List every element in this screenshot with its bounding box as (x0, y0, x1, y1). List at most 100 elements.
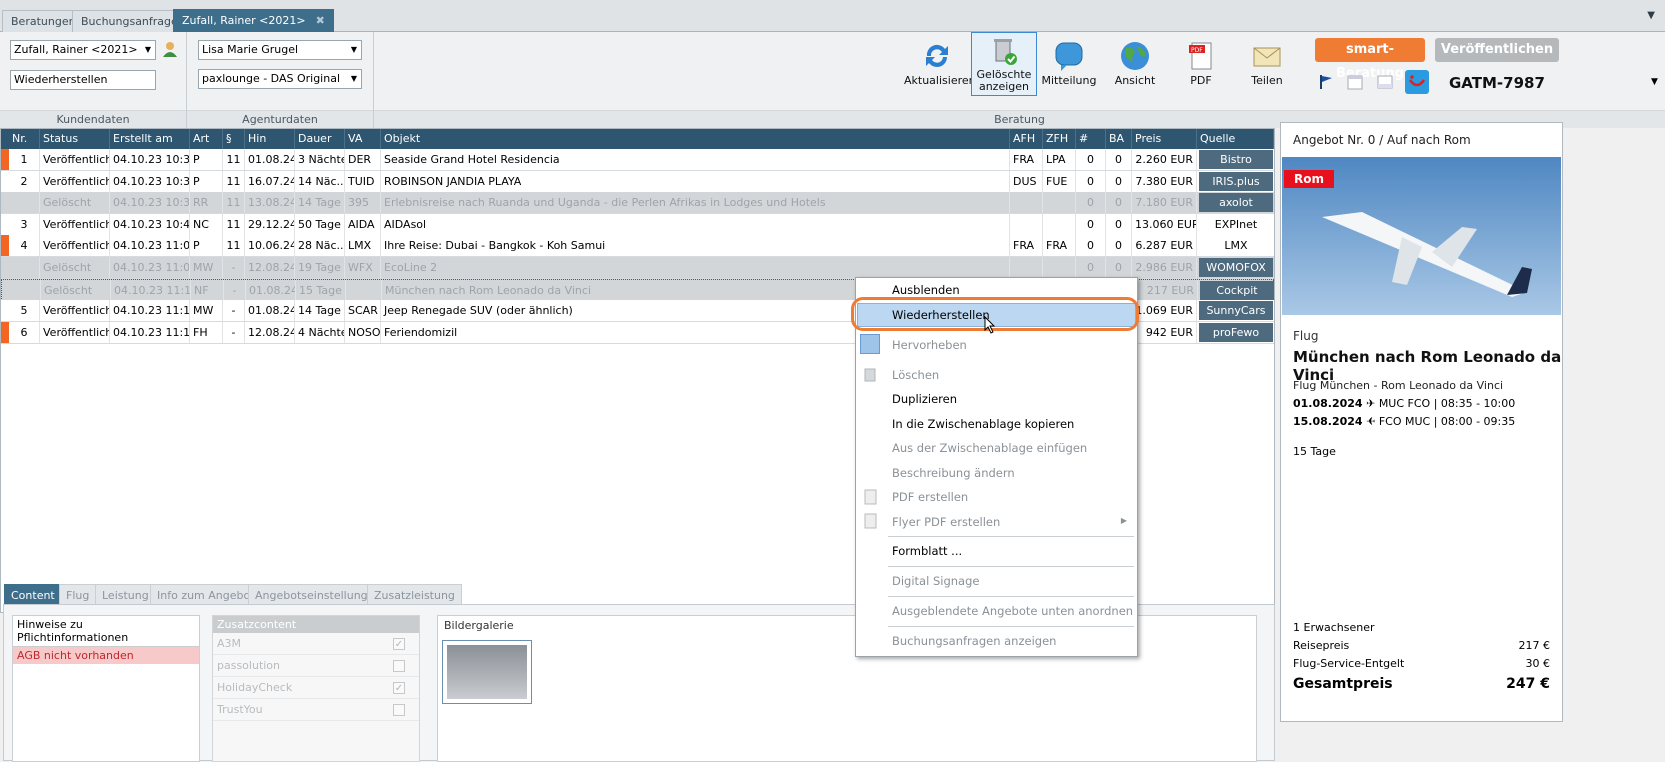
menu-copy[interactable]: In die Zwischenablage kopieren (892, 414, 1074, 434)
menu-duplizieren[interactable]: Duplizieren (892, 389, 957, 409)
col-preis[interactable]: Preis (1132, 129, 1197, 149)
refresh-button[interactable]: Aktualisieren (904, 36, 976, 102)
checkbox[interactable]: ✓ (393, 638, 405, 650)
checkbox[interactable] (393, 704, 405, 716)
offer-code: GATM-7987 (1449, 74, 1545, 92)
col-dauer[interactable]: Dauer (295, 129, 345, 149)
table-row[interactable]: 3 Veröffentlicht 04.10.23 10:43 NC 11 29.12.2… (1, 213, 1274, 236)
flag-icon[interactable] (1318, 74, 1334, 90)
cell-n: 0 (1076, 192, 1106, 214)
checkbox[interactable] (393, 660, 405, 672)
menu-pdf[interactable]: PDF erstellen (892, 487, 968, 507)
return-flight: 15.08.2024 ✈ FCO MUC | 08:00 - 09:35 (1293, 415, 1515, 428)
menu-wiederherstellen[interactable]: Wiederherstellen (892, 305, 990, 325)
tab-bar: Beratungen Buchungsanfragen Zufall, Rain… (0, 0, 1665, 32)
menu-signage[interactable]: Digital Signage (892, 571, 979, 591)
price-label: Reisepreis (1293, 639, 1350, 652)
show-deleted-label-2: anzeigen (978, 80, 1030, 93)
context-menu: Ausblenden Wiederherstellen Hervorheben … (851, 277, 1139, 657)
show-deleted-button[interactable]: Gelöschte anzeigen (971, 32, 1037, 96)
source-badge[interactable]: proFewo (1199, 322, 1273, 342)
tab-flug[interactable]: Flug (59, 584, 97, 606)
menu-booking-requests[interactable]: Buchungsanfragen anzeigen (892, 631, 1056, 651)
pdf-button[interactable]: PDF PDF (1168, 36, 1234, 102)
menu-description[interactable]: Beschreibung ändern (892, 463, 1015, 483)
col-nr[interactable]: Nr. (9, 129, 40, 149)
agent-select[interactable]: Lisa Marie Grugel ▼ (198, 40, 362, 60)
view-button[interactable]: Ansicht (1102, 36, 1168, 102)
col-art[interactable]: Art (190, 129, 223, 149)
menu-flyer[interactable]: Flyer PDF erstellen (892, 512, 1000, 532)
cell-par: - (223, 321, 245, 343)
col-ba[interactable]: BA (1106, 129, 1132, 149)
col-status[interactable]: Status (40, 129, 110, 149)
search-input[interactable]: Wiederherstellen (10, 70, 156, 90)
source-badge[interactable]: Cockpit (1200, 280, 1274, 300)
source-badge[interactable]: WOMOFOX (1199, 258, 1273, 277)
cell-zfh: FRA (1043, 235, 1076, 257)
calendar-icon[interactable] (1347, 74, 1363, 90)
table-row[interactable]: 2 Veröffentlicht 04.10.23 10:33 P 11 16.07.24… (1, 170, 1274, 193)
col-afh[interactable]: AFH (1010, 129, 1043, 149)
source-badge[interactable]: IRIS.plus (1199, 171, 1273, 191)
chevron-down-icon[interactable]: ▼ (1647, 10, 1655, 21)
menu-formblatt[interactable]: Formblatt ... (892, 541, 962, 561)
cell-nr: 5 (9, 300, 40, 322)
table-row[interactable]: Gelöscht 04.10.23 10:38 RR 11 13.08.24 14 Tag… (1, 192, 1274, 215)
tab-info[interactable]: Info zum Angebot (150, 584, 262, 606)
chevron-down-icon[interactable]: ▼ (1651, 77, 1658, 87)
tab-leistung[interactable]: Leistung (95, 584, 156, 606)
table-row[interactable]: Gelöscht 04.10.23 11:04 MW -12.08.24 19 Tage… (1, 257, 1274, 279)
pdf-icon (864, 513, 877, 529)
source-badge[interactable]: Bistro (1199, 150, 1273, 169)
cell-preis: 13.060 EUR (1132, 213, 1197, 235)
source-badge[interactable]: EXPInet (1199, 214, 1273, 234)
menu-separator (888, 536, 1134, 537)
smart-beratung-button[interactable]: smart-Beratung (1315, 38, 1425, 81)
cell-status: Veröffentlicht (40, 149, 110, 170)
window-icon[interactable] (1377, 74, 1393, 90)
cell-obj: EcoLine 2 (381, 257, 1010, 278)
cell-dauer: 19 Tage (295, 257, 345, 278)
message-button[interactable]: Mitteilung (1036, 36, 1102, 102)
col-va[interactable]: VA (345, 129, 381, 149)
menu-paste[interactable]: Aus der Zwischenablage einfügen (892, 438, 1087, 458)
cell-art: P (190, 170, 223, 192)
user-icon[interactable] (162, 41, 178, 57)
tab-extra[interactable]: Zusatzleistung (367, 584, 462, 606)
source-badge[interactable]: SunnyCars (1199, 301, 1273, 321)
col-zfh[interactable]: ZFH (1043, 129, 1076, 149)
col-hin[interactable]: Hin (245, 129, 295, 149)
highlight-swatch-icon (860, 334, 880, 354)
ribbon: Zufall, Rainer <2021> ▼ Wiederherstellen … (0, 32, 1665, 128)
source-badge[interactable]: axolot (1199, 193, 1273, 213)
agent-group-label: Agenturdaten (187, 110, 373, 128)
outbound-flight: 01.08.2024 ✈ MUC FCO | 08:35 - 10:00 (1293, 397, 1515, 410)
col-quelle[interactable]: Quelle (1197, 129, 1274, 149)
col-created[interactable]: Erstellt am (110, 129, 190, 149)
publish-button[interactable]: Veröffentlichen (1435, 38, 1559, 62)
customer-select[interactable]: Zufall, Rainer <2021> ▼ (10, 40, 156, 60)
cell-date: 04.10.23 10:30 (110, 149, 190, 170)
checkbox[interactable]: ✓ (393, 682, 405, 694)
customer-group-label: Kundendaten (0, 110, 186, 128)
col-objekt[interactable]: Objekt (381, 129, 1010, 149)
menu-hidden-bottom[interactable]: Ausgeblendete Angebote unten anordnen (892, 601, 1133, 621)
thumbnail-image (447, 645, 527, 699)
close-icon[interactable]: ✖ (316, 14, 325, 27)
tui-logo-icon[interactable] (1405, 70, 1429, 94)
menu-loeschen[interactable]: Löschen (892, 365, 939, 385)
table-row[interactable]: 1 Veröffentlicht 04.10.23 10:30 P 11 01.08.24… (1, 149, 1274, 171)
col-para[interactable]: § (223, 129, 245, 149)
col-count[interactable]: # (1076, 129, 1106, 149)
gallery-thumbnail[interactable] (442, 640, 532, 704)
source-badge[interactable]: LMX (1199, 236, 1273, 256)
menu-ausblenden[interactable]: Ausblenden (892, 280, 960, 300)
agency-select[interactable]: paxlounge - DAS Original ▼ (198, 69, 362, 89)
table-row[interactable]: 4 Veröffentlicht 04.10.23 11:01 P 11 10.06.24… (1, 235, 1274, 258)
share-button[interactable]: Teilen (1234, 36, 1300, 102)
tab-content[interactable]: Content (4, 584, 62, 606)
cell-par: 11 (223, 213, 245, 235)
tab-customer[interactable]: Zufall, Rainer <2021> ✖ (173, 9, 334, 32)
menu-hervorheben[interactable]: Hervorheben (892, 335, 967, 355)
